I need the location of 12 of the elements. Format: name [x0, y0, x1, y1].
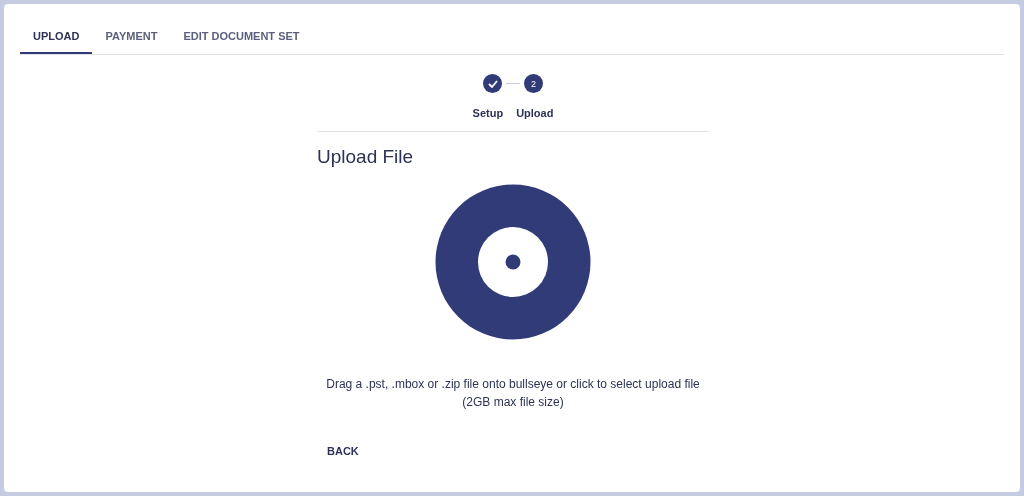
step-circle: 2	[524, 74, 543, 93]
tab[interactable]: UPLOAD	[20, 19, 93, 54]
bullseye-drop-target[interactable]	[435, 184, 591, 340]
instruction-text: Drag a .pst, .mbox or .zip file onto bullseye or click to select upload file	[326, 376, 700, 393]
step-label: Setup	[472, 107, 504, 119]
check-icon	[487, 79, 498, 88]
tab[interactable]: PAYMENT	[92, 19, 171, 54]
step-label: Upload	[516, 107, 554, 119]
back-button[interactable]: BACK	[317, 441, 369, 461]
instruction-text: (2GB max file size)	[462, 394, 564, 411]
tab[interactable]: EDIT DOCUMENT SET	[170, 19, 313, 54]
section-title: Upload File	[317, 146, 414, 168]
